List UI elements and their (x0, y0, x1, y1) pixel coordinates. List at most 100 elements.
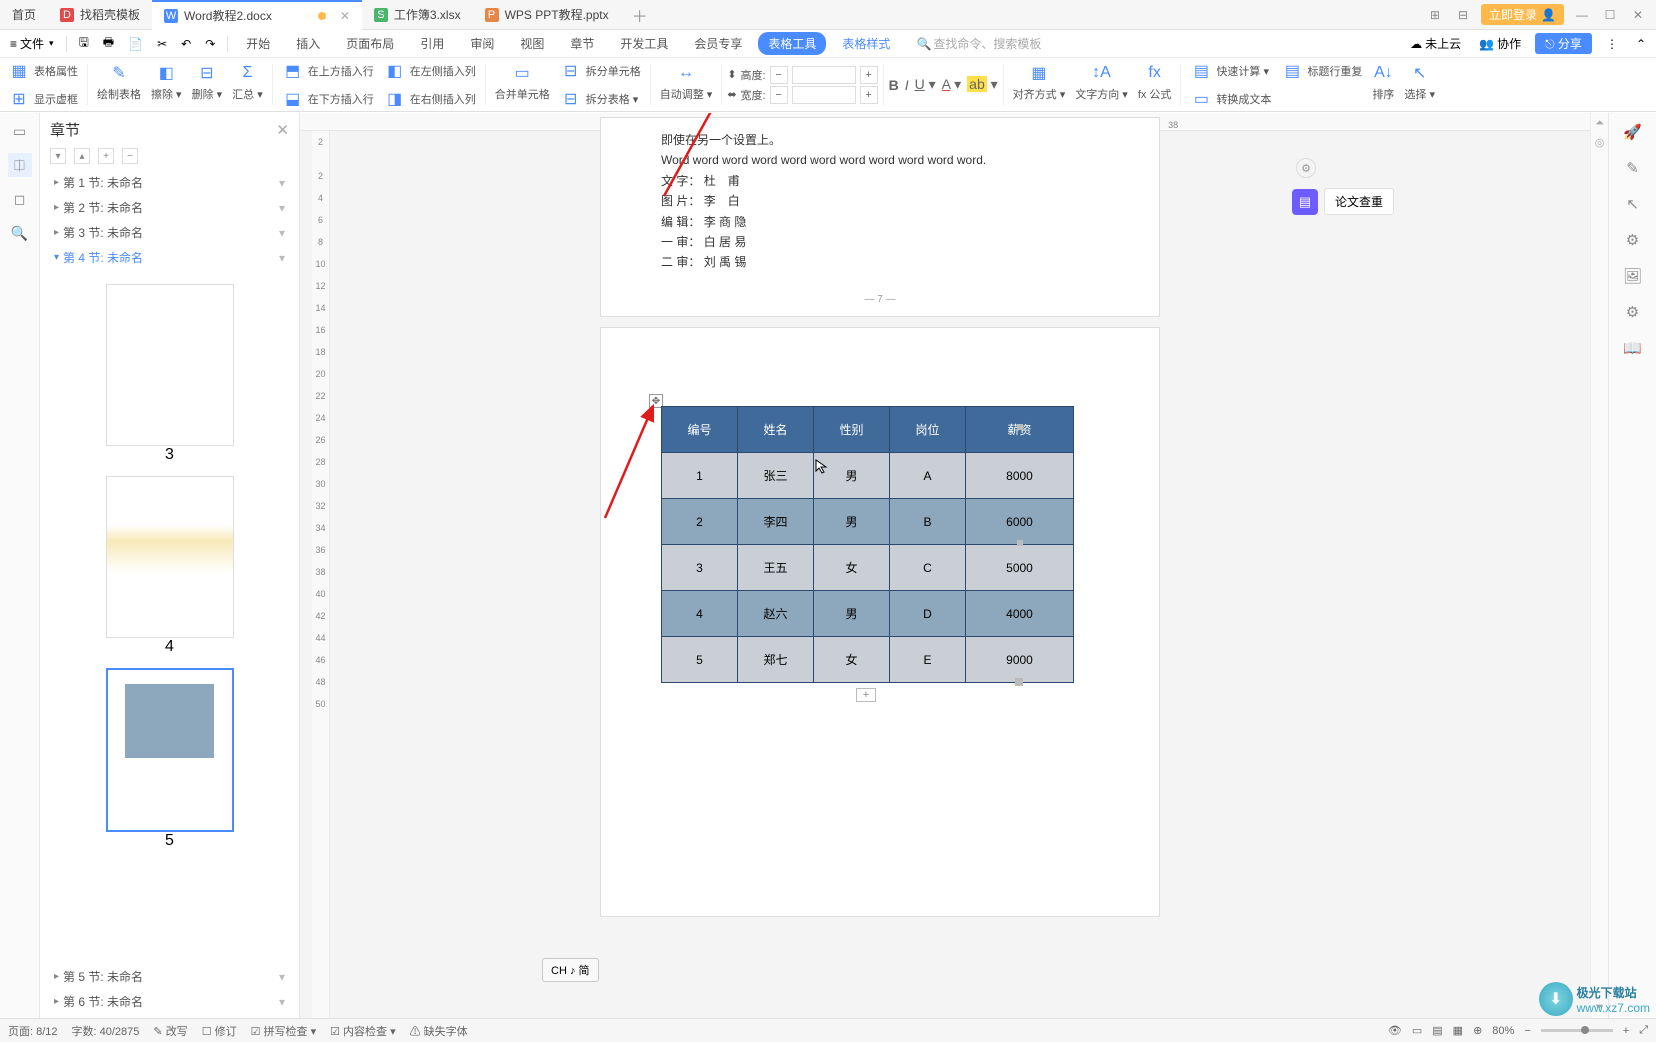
draw-table-button[interactable]: ✎绘制表格 (93, 60, 145, 109)
split-table-button[interactable]: ⊟拆分表格 ▾ (556, 86, 645, 112)
section-item-active[interactable]: ▾第 4 节: 未命名▾ (40, 245, 299, 270)
table-resize-handle[interactable] (1015, 678, 1023, 686)
search-icon[interactable]: 🔍 (8, 221, 32, 245)
zoom-in[interactable]: + (1623, 1025, 1629, 1037)
maximize-icon[interactable]: ☐ (1600, 5, 1620, 25)
formula-button[interactable]: fxfx 公式 (1134, 60, 1176, 109)
prev-page-icon[interactable]: ⏶ (1595, 117, 1604, 130)
table-cell[interactable]: 王五 (738, 545, 814, 591)
insert-row-above-button[interactable]: ⬒在上方插入行 (278, 58, 378, 84)
page-status[interactable]: 页面: 8/12 (8, 1023, 58, 1039)
zoom-value[interactable]: 80% (1492, 1025, 1514, 1037)
spellcheck-toggle[interactable]: ☑ 拼写检查 ▾ (251, 1023, 317, 1039)
table-cell[interactable]: 1 (662, 453, 738, 499)
table-row[interactable]: 1张三男A8000 (662, 453, 1074, 499)
height-minus[interactable]: − (770, 66, 788, 84)
rewrite-toggle[interactable]: ✎ 改写 (153, 1023, 187, 1039)
section-icon[interactable]: ⎅ (8, 153, 32, 177)
tab-table-tools[interactable]: 表格工具 (758, 32, 826, 55)
table-header[interactable]: 编号 (662, 407, 738, 453)
underline-button[interactable]: U ▾ (915, 76, 936, 93)
expand-all-icon[interactable]: ▾ (50, 148, 66, 164)
width-minus[interactable]: − (770, 86, 788, 104)
section-item[interactable]: ▸第 6 节: 未命名▾ (40, 989, 299, 1014)
document-editor[interactable]: 86422468101214161820222426283032343638 2… (300, 113, 1590, 1018)
tab-start[interactable]: 开始 (236, 32, 280, 55)
eraser-button[interactable]: ◧擦除 ▾ (147, 60, 186, 109)
table-cell[interactable]: 女 (814, 637, 890, 683)
table-cell[interactable]: 5 (662, 637, 738, 683)
gear-icon[interactable]: ⚙ (1622, 301, 1644, 323)
to-text-button[interactable]: ▭转换成文本 (1186, 86, 1275, 112)
quick-calc-button[interactable]: ▤快速计算 ▾ (1186, 58, 1275, 84)
insert-row-below-button[interactable]: ⬓在下方插入行 (278, 86, 378, 112)
table-cell[interactable]: A (890, 453, 966, 499)
remove-section-icon[interactable]: − (122, 148, 138, 164)
add-row-button[interactable]: + (856, 688, 876, 702)
table-cell[interactable]: 郑七 (738, 637, 814, 683)
table-cell[interactable]: 3 (662, 545, 738, 591)
table-cell[interactable]: 男 (814, 453, 890, 499)
table-props-button[interactable]: ▦表格属性 (4, 58, 82, 84)
login-button[interactable]: 立即登录👤 (1481, 4, 1564, 25)
cut-icon[interactable]: ✂ (153, 37, 171, 51)
cursor-icon[interactable]: ↖ (1622, 193, 1644, 215)
share-button[interactable]: ⎋ 分享 (1535, 33, 1592, 54)
table-cell[interactable]: 4000 (966, 591, 1074, 637)
edit-icon[interactable]: ✎ (1622, 157, 1644, 179)
grid3-icon[interactable]: ⊞ (1425, 5, 1445, 25)
table-cell[interactable]: E (890, 637, 966, 683)
pill-settings-icon[interactable]: ⚙ (1296, 158, 1316, 178)
text-color-button[interactable]: A ▾ (942, 76, 962, 93)
ime-indicator[interactable]: CH ♪ 简 (542, 958, 599, 982)
select-button[interactable]: ↖选择 ▾ (1400, 60, 1439, 109)
outline-icon[interactable]: ▭ (8, 119, 32, 143)
close-window-icon[interactable]: ✕ (1628, 5, 1648, 25)
collapse-ribbon-icon[interactable]: ⌃ (1632, 37, 1650, 51)
table-header[interactable]: 岗位 (890, 407, 966, 453)
summary-button[interactable]: Σ汇总 ▾ (228, 60, 267, 109)
coop-button[interactable]: 👥 协作 (1475, 35, 1525, 52)
autofit-button[interactable]: ↔自动调整 ▾ (656, 60, 717, 109)
tab-devtools[interactable]: 开发工具 (610, 32, 678, 55)
bookmark-icon[interactable]: ◻ (8, 187, 32, 211)
table-cell[interactable]: C (890, 545, 966, 591)
align-button[interactable]: ▦对齐方式 ▾ (1009, 60, 1070, 109)
insert-col-left-button[interactable]: ◧在左侧插入列 (380, 58, 480, 84)
zoom-out[interactable]: − (1524, 1025, 1530, 1037)
expand-icon[interactable]: ⤢ (1639, 1024, 1648, 1037)
bold-button[interactable]: B (889, 77, 899, 93)
settings-icon[interactable]: ⚙ (1622, 229, 1644, 251)
view3-icon[interactable]: ▦ (1453, 1024, 1463, 1037)
section-item[interactable]: ▸第 1 节: 未命名▾ (40, 170, 299, 195)
ppt-tab[interactable]: PWPS PPT教程.pptx (473, 0, 621, 30)
eye-icon[interactable]: 👁 (1388, 1024, 1402, 1037)
resize-handle[interactable] (1017, 424, 1023, 430)
height-input[interactable] (792, 66, 856, 84)
highlight-button[interactable]: ab ▾ (967, 76, 998, 93)
tab-table-style[interactable]: 表格样式 (832, 32, 900, 55)
vertical-ruler[interactable]: 2246810121416182022242628303234363840424… (312, 131, 330, 1018)
save-icon[interactable]: 🖫 (75, 33, 93, 54)
close-nav-icon[interactable]: ✕ (276, 121, 289, 139)
track-toggle[interactable]: ☐ 修订 (202, 1023, 237, 1039)
width-plus[interactable]: + (860, 86, 878, 104)
tab-member[interactable]: 会员专享 (684, 32, 752, 55)
tab-insert[interactable]: 插入 (286, 32, 330, 55)
insert-col-right-button[interactable]: ◨在右侧插入列 (380, 86, 480, 112)
italic-button[interactable]: I (905, 77, 909, 93)
zoom-slider[interactable] (1541, 1029, 1613, 1032)
sort-button[interactable]: A↓排序 (1368, 60, 1398, 109)
tab-section[interactable]: 章节 (560, 32, 604, 55)
tab-view[interactable]: 视图 (510, 32, 554, 55)
minimize-icon[interactable]: — (1572, 5, 1592, 25)
file-menu[interactable]: ≡ 文件▾ (6, 35, 58, 52)
sheet-tab[interactable]: S工作簿3.xlsx (362, 0, 473, 30)
home-tab[interactable]: 首页 (0, 0, 48, 30)
height-plus[interactable]: + (860, 66, 878, 84)
bookmark-marker-icon[interactable]: ◎ (1595, 136, 1605, 149)
collapse-all-icon[interactable]: ▴ (74, 148, 90, 164)
width-input[interactable] (792, 86, 856, 104)
zoom-fit-icon[interactable]: ⊕ (1473, 1024, 1482, 1037)
table-cell[interactable]: 赵六 (738, 591, 814, 637)
